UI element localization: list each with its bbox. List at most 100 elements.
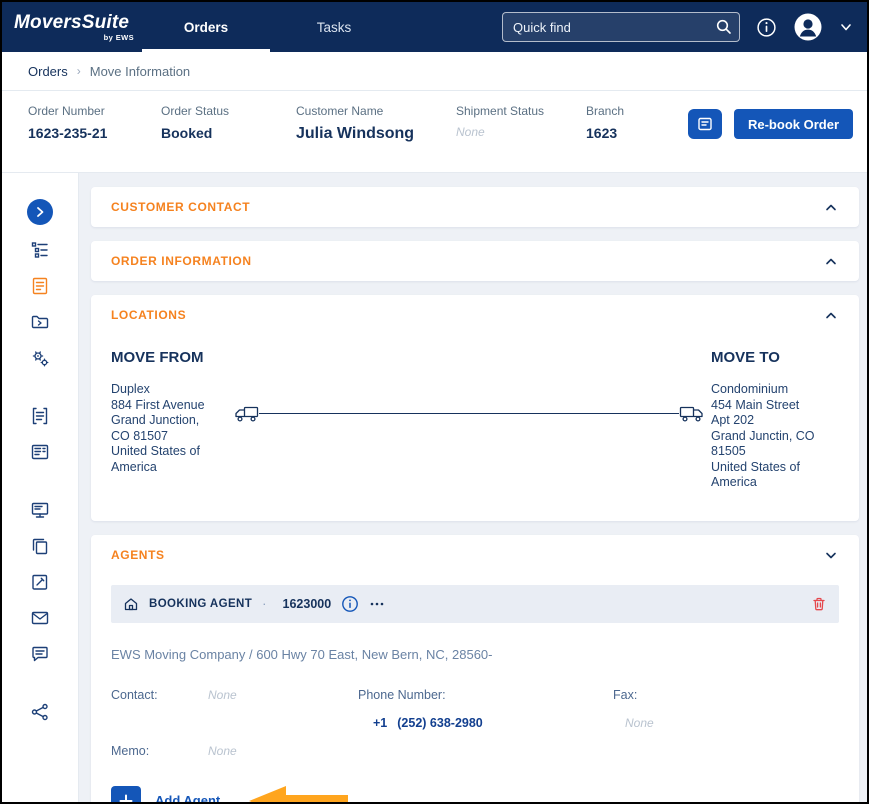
move-details-icon[interactable]: [30, 276, 50, 296]
navbar-right: [502, 12, 853, 42]
order-number-value: 1623-235-21: [28, 125, 161, 141]
section-agents: AGENTS BOOKING AGENT · 1623000: [91, 535, 859, 803]
app-window: MoversSuite by EWS Orders Tasks: [0, 0, 869, 804]
order-status-label: Order Status: [161, 104, 296, 118]
fax-value: None: [613, 716, 839, 730]
memo-value: None: [208, 744, 358, 758]
agents-title: AGENTS: [111, 548, 165, 562]
locations-content: MOVE FROM Duplex 884 First Avenue Grand …: [91, 335, 859, 521]
order-status-field: Order Status Booked: [161, 104, 296, 141]
move-from-line: CO 81507: [111, 429, 231, 445]
main-tabs: Orders Tasks: [142, 2, 398, 52]
agent-id-link[interactable]: 1623000: [283, 597, 332, 611]
move-from-line: 884 First Avenue: [111, 398, 231, 414]
tab-orders[interactable]: Orders: [142, 2, 270, 52]
move-from-line: Grand Junction,: [111, 413, 231, 429]
chevron-up-icon[interactable]: [823, 307, 839, 323]
order-number-field: Order Number 1623-235-21: [28, 104, 161, 141]
order-status-value: Booked: [161, 125, 296, 141]
order-information-header[interactable]: ORDER INFORMATION: [91, 241, 859, 281]
agent-more-icon[interactable]: [369, 596, 385, 612]
customer-contact-title: CUSTOMER CONTACT: [111, 200, 250, 214]
left-sidebar: [2, 173, 79, 802]
order-header-actions: Re-book Order: [688, 109, 853, 139]
agents-header[interactable]: AGENTS: [91, 535, 859, 575]
tab-orders-label: Orders: [184, 20, 228, 35]
move-to-line: 454 Main Street: [711, 398, 839, 414]
origin-truck-icon: [233, 404, 259, 423]
move-route-graphic: [233, 403, 705, 423]
sidebar-expand-button[interactable]: [27, 199, 53, 225]
order-number-label: Order Number: [28, 104, 161, 118]
brand-name: MoversSuite: [14, 13, 134, 32]
rebook-order-button[interactable]: Re-book Order: [734, 109, 853, 139]
move-from-line: America: [111, 460, 231, 476]
section-locations: LOCATIONS MOVE FROM Duplex 884 First Ave…: [91, 295, 859, 521]
move-from-title: MOVE FROM: [111, 349, 231, 366]
search-icon[interactable]: [715, 18, 732, 35]
order-tree-icon[interactable]: [30, 240, 50, 260]
tab-tasks[interactable]: Tasks: [270, 2, 398, 52]
comment-icon[interactable]: [30, 644, 50, 664]
locations-header[interactable]: LOCATIONS: [91, 295, 859, 335]
memo-label: Memo:: [111, 744, 208, 758]
move-from-block: MOVE FROM Duplex 884 First Avenue Grand …: [111, 337, 231, 491]
notes-icon[interactable]: [30, 406, 50, 426]
add-agent-button[interactable]: [111, 786, 141, 803]
services-gear-icon[interactable]: [30, 348, 50, 368]
phone-number: (252) 638-2980: [397, 716, 482, 730]
quick-find-search[interactable]: [502, 12, 740, 42]
search-input[interactable]: [502, 12, 740, 42]
section-order-information: ORDER INFORMATION: [91, 241, 859, 281]
page-body: CUSTOMER CONTACT ORDER INFORMATION: [2, 173, 867, 802]
route-line: [259, 413, 679, 414]
document-icon[interactable]: [30, 442, 50, 462]
customer-contact-header[interactable]: CUSTOMER CONTACT: [91, 187, 859, 227]
integrations-icon[interactable]: [30, 702, 50, 722]
copy-icon[interactable]: [30, 536, 50, 556]
folder-export-icon[interactable]: [30, 312, 50, 332]
screen-icon[interactable]: [30, 500, 50, 520]
chevron-right-icon: [34, 206, 46, 218]
phone-value[interactable]: +1 (252) 638-2980: [358, 716, 613, 730]
mail-icon[interactable]: [30, 608, 50, 628]
plus-icon: [119, 794, 133, 803]
agent-company-line: EWS Moving Company / 600 Hwy 70 East, Ne…: [111, 647, 839, 662]
contact-label: Contact:: [111, 688, 208, 702]
move-from-line: United States of: [111, 444, 231, 460]
move-to-line: United States of: [711, 460, 839, 476]
shipment-status-label: Shipment Status: [456, 104, 586, 118]
move-to-title: MOVE TO: [711, 349, 839, 366]
add-agent-label[interactable]: Add Agent: [155, 793, 220, 802]
branch-value: 1623: [586, 125, 676, 141]
breadcrumb-orders[interactable]: Orders: [28, 64, 68, 79]
top-navbar: MoversSuite by EWS Orders Tasks: [2, 2, 867, 52]
note-icon: [697, 116, 713, 132]
chevron-up-icon[interactable]: [823, 199, 839, 215]
phone-country-code: +1: [373, 716, 387, 730]
section-customer-contact: CUSTOMER CONTACT: [91, 187, 859, 227]
avatar[interactable]: [793, 12, 823, 42]
breadcrumb-current: Move Information: [90, 64, 190, 79]
info-icon[interactable]: [756, 17, 777, 38]
customer-name-label: Customer Name: [296, 104, 456, 118]
chevron-down-icon[interactable]: [823, 547, 839, 563]
move-to-line: Grand Junctin, CO: [711, 429, 839, 445]
customer-name-value: Julia Windsong: [296, 125, 456, 143]
tab-tasks-label: Tasks: [317, 20, 352, 35]
breadcrumb-separator: ›: [77, 64, 81, 78]
delete-agent-icon[interactable]: [811, 596, 827, 612]
shipment-status-value: None: [456, 125, 586, 139]
brand-logo[interactable]: MoversSuite by EWS: [14, 13, 134, 42]
order-note-button[interactable]: [688, 109, 722, 139]
chevron-down-icon[interactable]: [839, 20, 853, 34]
agent-separator: ·: [262, 596, 266, 611]
branch-label: Branch: [586, 104, 676, 118]
add-agent-row: Add Agent: [111, 784, 839, 803]
chevron-up-icon[interactable]: [823, 253, 839, 269]
move-from-line: Duplex: [111, 382, 231, 398]
agent-info-icon[interactable]: [341, 595, 359, 613]
booking-agent-row: BOOKING AGENT · 1623000: [111, 585, 839, 623]
shipment-status-field: Shipment Status None: [456, 104, 586, 139]
edit-form-icon[interactable]: [30, 572, 50, 592]
